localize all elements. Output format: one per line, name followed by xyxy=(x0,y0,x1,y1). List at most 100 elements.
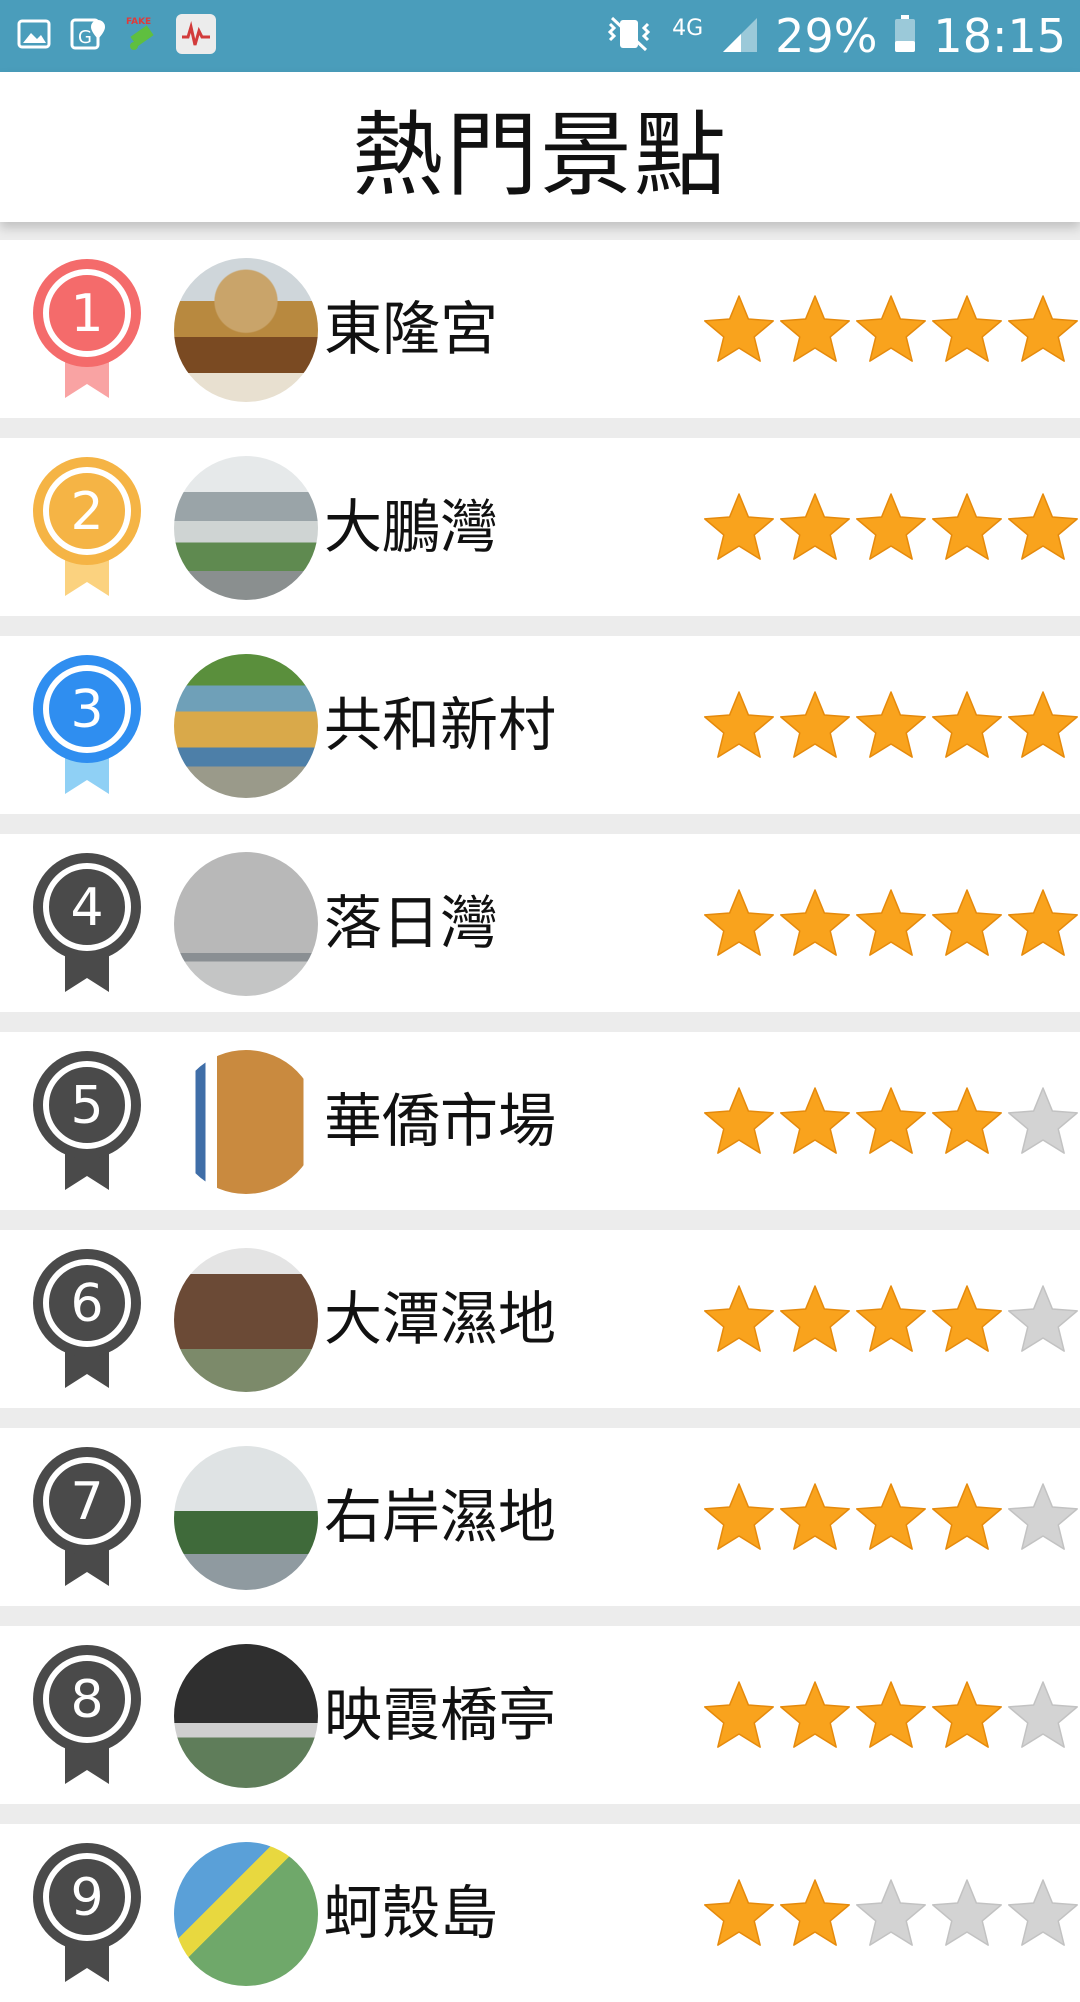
star-empty-icon xyxy=(1008,1087,1078,1154)
rank-medal-icon: 2 xyxy=(33,457,141,596)
star-filled-icon xyxy=(704,889,774,956)
star-filled-icon xyxy=(780,1087,850,1154)
attraction-name: 大鵬灣 xyxy=(324,493,499,561)
rank-medal-icon: 1 xyxy=(33,259,141,398)
star-rating xyxy=(702,834,1080,1012)
star-filled-icon xyxy=(1008,691,1078,758)
star-empty-icon xyxy=(1008,1879,1078,1946)
star-rating xyxy=(702,438,1080,616)
star-filled-icon xyxy=(932,493,1002,560)
signal-icon xyxy=(719,14,759,58)
attraction-row[interactable]: 9 蚵殼島 xyxy=(0,1824,1080,2002)
rank-number: 8 xyxy=(70,1670,103,1730)
attraction-name: 東隆宮 xyxy=(324,295,499,363)
star-filled-icon xyxy=(780,1681,850,1748)
star-filled-icon xyxy=(856,493,926,560)
network-type: 4G xyxy=(672,16,704,41)
attraction-photo xyxy=(174,1446,318,1590)
star-rating xyxy=(702,1032,1080,1210)
attraction-name: 華僑市場 xyxy=(324,1087,557,1155)
attraction-row[interactable]: 5 華僑市場 xyxy=(0,1032,1080,1210)
star-rating xyxy=(702,240,1080,418)
star-empty-icon xyxy=(1008,1483,1078,1550)
attraction-name: 大潭濕地 xyxy=(324,1285,557,1353)
attraction-photo xyxy=(174,456,318,600)
svg-text:G: G xyxy=(78,27,92,48)
star-rating xyxy=(702,1626,1080,1804)
maps-icon: G xyxy=(68,14,108,54)
rank-number: 1 xyxy=(70,284,103,344)
attraction-photo xyxy=(174,1248,318,1392)
attraction-photo xyxy=(174,1842,318,1986)
star-filled-icon xyxy=(780,1879,850,1946)
star-empty-icon xyxy=(856,1879,926,1946)
fake-gps-icon: FAKE xyxy=(122,14,162,54)
notification-icons: G FAKE xyxy=(14,14,216,54)
clock: 18:15 xyxy=(933,9,1066,63)
rank-medal-icon: 3 xyxy=(33,655,141,794)
star-rating xyxy=(702,1428,1080,1606)
svg-text:FAKE: FAKE xyxy=(126,17,151,27)
star-filled-icon xyxy=(932,295,1002,362)
rank-medal-icon: 9 xyxy=(33,1843,141,1982)
star-filled-icon xyxy=(780,691,850,758)
gallery-icon xyxy=(14,14,54,54)
star-filled-icon xyxy=(780,295,850,362)
star-rating xyxy=(702,1230,1080,1408)
rank-medal-icon: 8 xyxy=(33,1645,141,1784)
attraction-row[interactable]: 8 映霞橋亭 xyxy=(0,1626,1080,1804)
star-filled-icon xyxy=(1008,493,1078,560)
attraction-photo xyxy=(174,1050,318,1194)
attraction-row[interactable]: 1 東隆宮 xyxy=(0,240,1080,418)
star-filled-icon xyxy=(704,1681,774,1748)
app-header: 熱門景點 xyxy=(0,72,1080,222)
attraction-photo xyxy=(174,258,318,402)
attraction-row[interactable]: 4 落日灣 xyxy=(0,834,1080,1012)
page-title: 熱門景點 xyxy=(351,101,728,209)
attraction-name: 共和新村 xyxy=(324,691,557,759)
star-filled-icon xyxy=(856,1087,926,1154)
star-filled-icon xyxy=(856,295,926,362)
star-filled-icon xyxy=(856,1681,926,1748)
star-filled-icon xyxy=(704,1285,774,1352)
star-filled-icon xyxy=(932,1681,1002,1748)
star-filled-icon xyxy=(780,1483,850,1550)
star-filled-icon xyxy=(932,1483,1002,1550)
battery-icon xyxy=(893,14,917,58)
star-filled-icon xyxy=(704,295,774,362)
star-filled-icon xyxy=(704,1879,774,1946)
rank-number: 7 xyxy=(70,1472,103,1532)
attraction-row[interactable]: 3 共和新村 xyxy=(0,636,1080,814)
star-filled-icon xyxy=(704,493,774,560)
star-empty-icon xyxy=(1008,1285,1078,1352)
rank-number: 9 xyxy=(70,1868,103,1928)
star-empty-icon xyxy=(1008,1681,1078,1748)
star-filled-icon xyxy=(704,1483,774,1550)
star-filled-icon xyxy=(780,1285,850,1352)
star-filled-icon xyxy=(856,889,926,956)
attraction-row[interactable]: 7 右岸濕地 xyxy=(0,1428,1080,1606)
attraction-name: 右岸濕地 xyxy=(324,1483,557,1551)
vibrate-icon xyxy=(602,14,656,58)
attraction-row[interactable]: 2 大鵬灣 xyxy=(0,438,1080,616)
star-filled-icon xyxy=(704,1087,774,1154)
system-status: 4G 29% 18:15 xyxy=(602,0,1066,72)
attraction-name: 蚵殼島 xyxy=(324,1879,499,1947)
rank-number: 3 xyxy=(70,680,103,740)
attraction-name: 映霞橋亭 xyxy=(324,1681,557,1749)
app-notification-icon xyxy=(176,14,216,54)
star-filled-icon xyxy=(780,493,850,560)
star-rating xyxy=(702,1824,1080,2002)
star-filled-icon xyxy=(932,1087,1002,1154)
rank-number: 5 xyxy=(70,1076,103,1136)
star-filled-icon xyxy=(932,889,1002,956)
rank-number: 2 xyxy=(70,482,103,542)
rank-medal-icon: 5 xyxy=(33,1051,141,1190)
star-filled-icon xyxy=(704,691,774,758)
star-filled-icon xyxy=(856,1483,926,1550)
rank-medal-icon: 7 xyxy=(33,1447,141,1586)
star-filled-icon xyxy=(1008,889,1078,956)
star-filled-icon xyxy=(932,691,1002,758)
star-filled-icon xyxy=(932,1285,1002,1352)
attraction-row[interactable]: 6 大潭濕地 xyxy=(0,1230,1080,1408)
